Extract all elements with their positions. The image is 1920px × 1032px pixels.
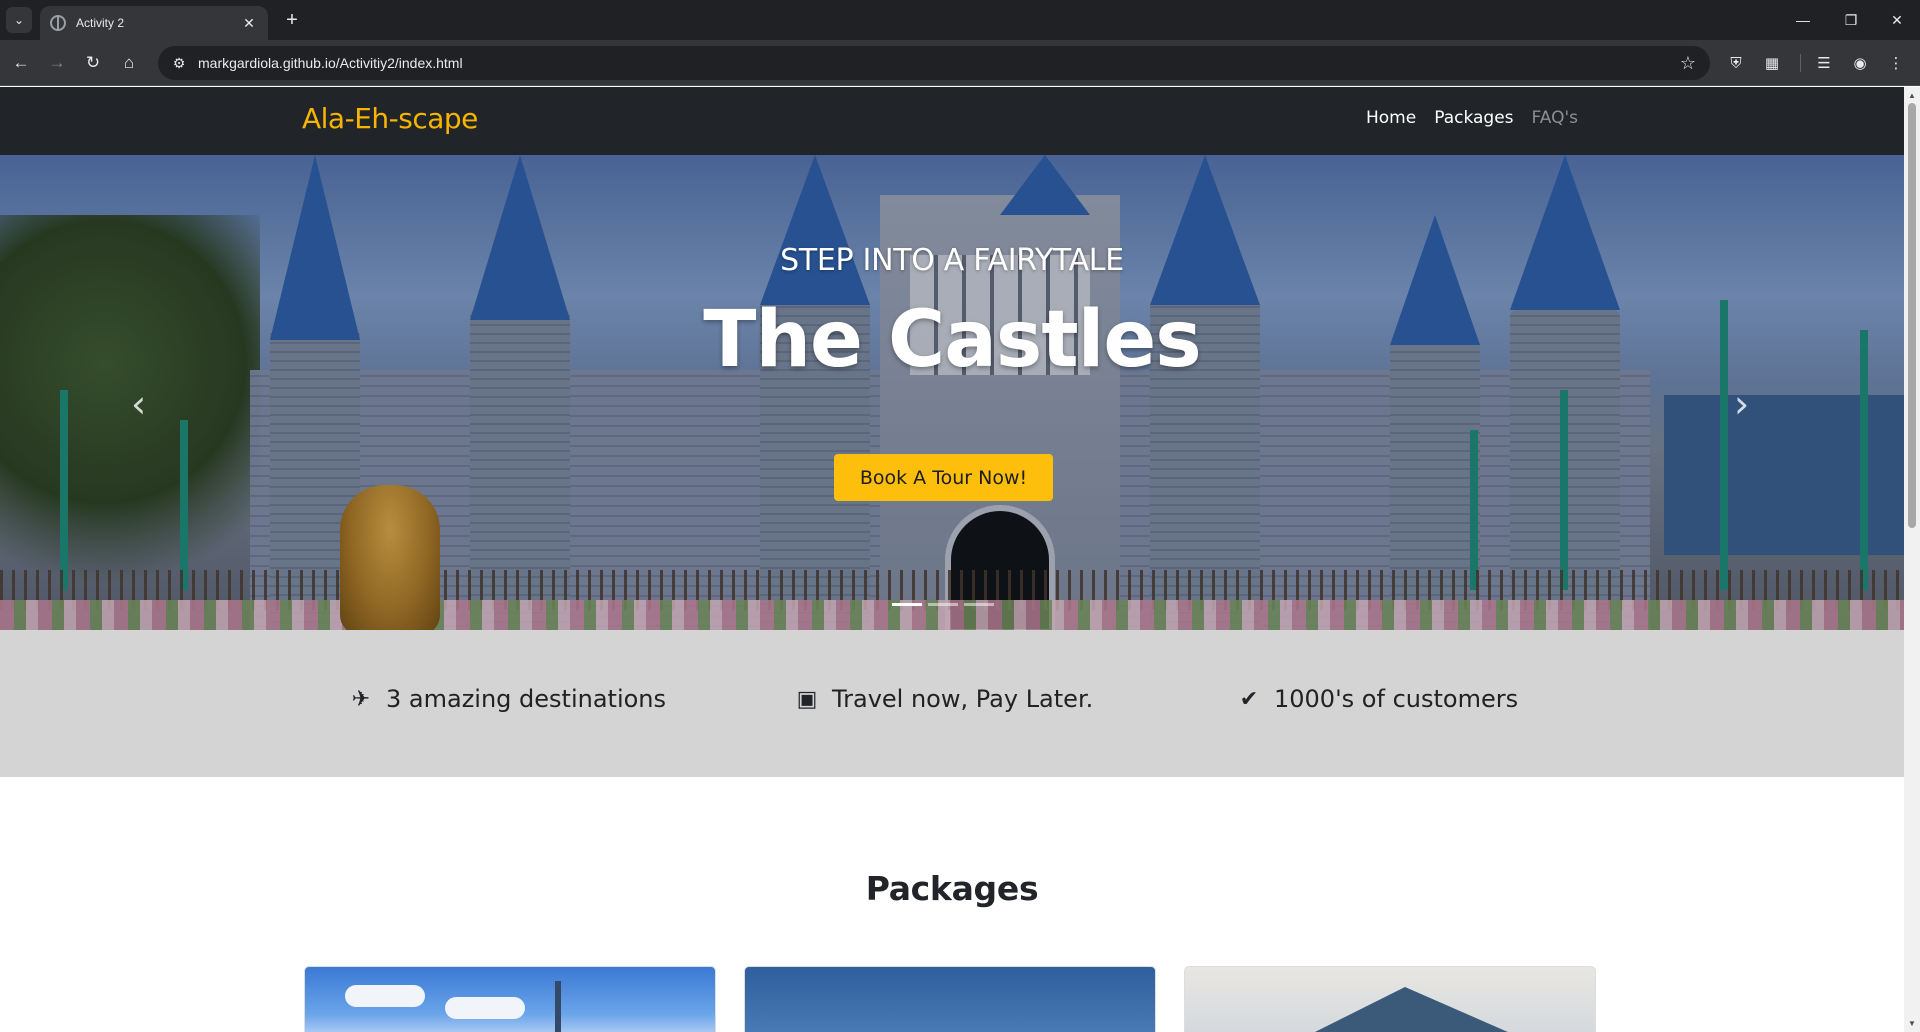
feature-item: ✈ 3 amazing destinations	[348, 685, 666, 713]
media-control-icon[interactable]: ☰	[1812, 51, 1836, 75]
scroll-down-icon[interactable]: ▼	[1908, 1019, 1916, 1028]
hero-subtitle: STEP INTO A FAIRYTALE	[780, 243, 1124, 278]
carousel-indicator[interactable]	[892, 603, 922, 606]
plane-icon: ✈	[351, 686, 371, 712]
carousel-next-icon[interactable]: ›	[1734, 382, 1749, 426]
nav-packages-link[interactable]: Packages	[1434, 108, 1513, 128]
feature-text: 3 amazing destinations	[386, 685, 667, 713]
package-card[interactable]	[744, 966, 1156, 1032]
back-icon[interactable]: ←	[8, 50, 34, 76]
feature-text: Travel now, Pay Later.	[832, 685, 1094, 713]
globe-icon	[50, 15, 66, 31]
brand-logo[interactable]: Ala-Eh-scape	[302, 102, 478, 135]
menu-kebab-icon[interactable]: ⋮	[1884, 51, 1908, 75]
package-card[interactable]	[304, 966, 716, 1032]
packages-heading: Packages	[865, 869, 1039, 908]
extensions-puzzle-icon[interactable]: ▦	[1760, 51, 1784, 75]
browser-tab-strip: ⌄ Activity 2 ✕ + — ❐ ✕	[0, 0, 1920, 40]
carousel-indicator[interactable]	[928, 603, 958, 606]
site-navbar: Ala-Eh-scape Home Packages FAQ's	[0, 87, 1904, 155]
carousel-indicator[interactable]	[964, 603, 994, 606]
new-tab-button[interactable]: +	[280, 8, 304, 32]
scrollbar-thumb[interactable]	[1908, 103, 1916, 528]
toolbar-divider	[1800, 54, 1801, 72]
site-info-icon[interactable]: ⚙	[164, 55, 194, 72]
restore-button[interactable]: ❐	[1836, 8, 1866, 32]
book-tour-button[interactable]: Book A Tour Now!	[834, 454, 1053, 501]
features-strip: ✈ 3 amazing destinations ▣ Travel now, P…	[0, 630, 1904, 777]
feature-item: ✔ 1000's of customers	[1236, 685, 1518, 713]
feature-text: 1000's of customers	[1274, 685, 1519, 713]
close-tab-icon[interactable]: ✕	[240, 15, 258, 32]
reload-icon[interactable]: ↻	[80, 50, 106, 76]
bookmark-star-icon[interactable]: ☆	[1680, 53, 1696, 74]
feature-item: ▣ Travel now, Pay Later.	[794, 685, 1094, 713]
minimize-button[interactable]: —	[1788, 8, 1818, 32]
profile-icon[interactable]: ◉	[1848, 51, 1872, 75]
vertical-scrollbar[interactable]: ▲ ▼	[1904, 87, 1920, 1032]
page-viewport: Ala-Eh-scape Home Packages FAQ's STEP IN…	[0, 87, 1904, 1032]
nav-links: Home Packages FAQ's	[1366, 108, 1578, 128]
nav-home-link[interactable]: Home	[1366, 108, 1416, 128]
hero-title: The Castles	[703, 295, 1201, 385]
tab-search-dropdown-icon[interactable]: ⌄	[6, 7, 32, 33]
wallet-icon: ▣	[796, 686, 818, 712]
hero-carousel: STEP INTO A FAIRYTALE The Castles Book A…	[0, 155, 1904, 630]
browser-tab[interactable]: Activity 2 ✕	[40, 6, 268, 40]
url-text[interactable]: markgardiola.github.io/Activitiy2/index.…	[198, 55, 1680, 71]
close-window-button[interactable]: ✕	[1882, 8, 1912, 32]
forward-icon[interactable]: →	[44, 50, 70, 76]
browser-toolbar: ← → ↻ ⌂ ⚙ markgardiola.github.io/Activit…	[0, 40, 1920, 86]
shield-extension-icon[interactable]: ⛨	[1724, 51, 1748, 75]
nav-faqs-link[interactable]: FAQ's	[1532, 108, 1578, 128]
home-icon[interactable]: ⌂	[116, 50, 142, 76]
address-bar[interactable]: ⚙ markgardiola.github.io/Activitiy2/inde…	[158, 46, 1710, 80]
verified-badge-icon: ✔	[1239, 686, 1259, 712]
scroll-up-icon[interactable]: ▲	[1908, 91, 1916, 100]
carousel-prev-icon[interactable]: ‹	[131, 382, 146, 426]
tab-title: Activity 2	[76, 16, 125, 30]
package-card[interactable]	[1184, 966, 1596, 1032]
carousel-indicators	[892, 603, 994, 606]
